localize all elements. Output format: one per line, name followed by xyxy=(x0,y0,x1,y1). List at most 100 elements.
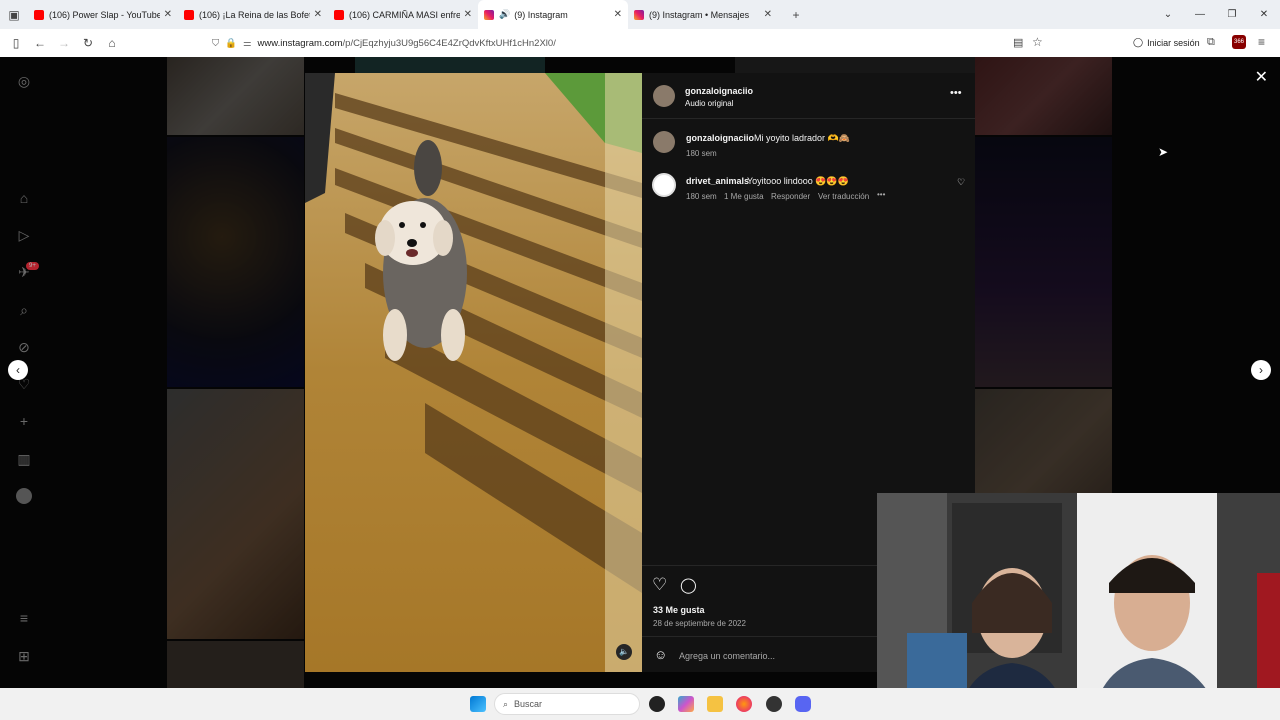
reload-button[interactable]: ↻ xyxy=(76,31,100,55)
taskbar-search[interactable]: ⌕ Buscar xyxy=(494,693,640,715)
webcam-overlay xyxy=(877,493,1280,720)
home-button[interactable]: ⌂ xyxy=(100,31,124,55)
comment-like-icon[interactable]: ♡ xyxy=(957,177,965,188)
notification-badge: 9+ xyxy=(26,262,39,270)
home-icon[interactable]: ⌂ xyxy=(16,190,32,206)
comment-username[interactable]: drivet_animals xyxy=(686,176,749,186)
audio-label[interactable]: Audio original xyxy=(685,99,733,108)
discord-app-icon[interactable] xyxy=(795,696,811,712)
next-post-button[interactable]: › xyxy=(1251,360,1271,380)
youtube-icon xyxy=(34,9,44,20)
bookmark-star-icon[interactable]: ☆ xyxy=(1032,35,1043,49)
mute-button[interactable]: 🔈 xyxy=(616,644,632,660)
comment-likes[interactable]: 1 Me gusta xyxy=(724,192,764,201)
caption-avatar[interactable] xyxy=(653,131,675,153)
comment-avatar[interactable] xyxy=(652,173,676,197)
youtube-icon xyxy=(334,9,344,20)
copilot-app-icon[interactable] xyxy=(678,696,694,712)
divider xyxy=(642,118,975,119)
close-tab-icon[interactable]: ✕ xyxy=(464,9,472,20)
more-options-icon[interactable]: ••• xyxy=(950,87,962,99)
close-modal-icon[interactable]: ✕ xyxy=(1255,67,1268,87)
tab-power-slap[interactable]: (106) Power Slap - YouTube ✕ xyxy=(28,0,178,29)
search-icon: ⌕ xyxy=(503,698,509,709)
post-media[interactable]: 🔈 xyxy=(305,73,642,672)
tab-reina-bofetadas[interactable]: (106) ¡La Reina de las Bofetadas ✕ xyxy=(178,0,328,29)
mouse-cursor-icon: ➤ xyxy=(1158,145,1169,159)
menu-icon[interactable]: ≡ xyxy=(1258,35,1265,49)
lock-icon: 🔒 xyxy=(225,37,237,49)
more-menu-icon[interactable]: ≡ xyxy=(16,610,32,626)
permissions-icon: ⚌ xyxy=(242,37,252,49)
webcam-feed xyxy=(877,493,1280,720)
tab-label: (9) Instagram xyxy=(514,9,568,20)
restore-button[interactable]: ❐ xyxy=(1216,9,1248,20)
browser-toolbar: ▯ ← → ↻ ⌂ ⛉ 🔒 ⚌ www.instagram.com /p/CjE… xyxy=(0,29,1280,57)
search-icon[interactable]: ⌕ xyxy=(16,302,32,318)
prev-post-button[interactable]: ‹ xyxy=(8,360,28,380)
close-tab-icon[interactable]: ✕ xyxy=(764,9,772,20)
tab-overflow-icon[interactable]: ⌄ xyxy=(1152,9,1184,20)
reply-button[interactable]: Responder xyxy=(771,192,810,201)
post-author-avatar[interactable] xyxy=(653,85,675,107)
url-domain: www.instagram.com xyxy=(257,37,343,49)
instagram-icon xyxy=(634,9,644,20)
url-path: /p/CjEqzhyju3U9g56C4E4ZrQdvKftxUHf1cHn2X… xyxy=(342,37,556,49)
comment-input[interactable]: Agrega un comentario... xyxy=(679,651,775,661)
close-tab-icon[interactable]: ✕ xyxy=(314,9,322,20)
back-button[interactable]: ← xyxy=(28,31,52,55)
close-window-button[interactable]: ✕ xyxy=(1248,9,1280,20)
like-icon[interactable]: ♡ xyxy=(652,575,667,595)
reader-view-icon[interactable]: ▤ xyxy=(1013,36,1023,49)
tab-label: (106) Power Slap - YouTube xyxy=(49,9,160,20)
github-app-icon[interactable] xyxy=(649,696,665,712)
signin-label: Iniciar sesión xyxy=(1147,37,1200,48)
shield-icon: ⛉ xyxy=(212,37,220,49)
dashboard-icon[interactable]: ▥ xyxy=(16,451,32,467)
signin-button[interactable]: ◯ Iniciar sesión xyxy=(1133,37,1200,48)
also-from-meta-icon[interactable]: ⊞ xyxy=(16,648,32,664)
explore-icon[interactable]: ⊘ xyxy=(16,339,32,355)
tab-carmina-masi[interactable]: (106) CARMIÑA MASI enfrentó ✕ xyxy=(328,0,478,29)
profile-avatar[interactable] xyxy=(16,488,32,504)
tab-instagram-messages[interactable]: (9) Instagram • Mensajes ✕ xyxy=(628,0,778,29)
extensions-icon[interactable]: ⧉ xyxy=(1207,36,1215,49)
url-bar[interactable]: ⛉ 🔒 ⚌ www.instagram.com /p/CjEqzhyju3U9g… xyxy=(212,32,1012,54)
create-icon[interactable]: + xyxy=(16,413,32,429)
caption-text: Mi yoyito ladrador 🫶🙈 xyxy=(754,133,850,143)
window-controls: ⌄ — ❐ ✕ xyxy=(1152,0,1280,29)
emoji-icon[interactable]: ☺ xyxy=(654,647,667,662)
new-tab-button[interactable]: + xyxy=(784,3,808,27)
tab-label: (106) ¡La Reina de las Bofetadas xyxy=(199,9,310,20)
browser-tab-bar: ▣ (106) Power Slap - YouTube ✕ (106) ¡La… xyxy=(0,0,1280,29)
close-tab-icon[interactable]: ✕ xyxy=(164,9,172,20)
account-icon: ◯ xyxy=(1133,37,1144,47)
tab-instagram[interactable]: 🔊 (9) Instagram ✕ xyxy=(478,0,628,29)
taskbar-search-placeholder: Buscar xyxy=(514,699,543,709)
tab-list-icon[interactable]: ▣ xyxy=(0,3,28,27)
youtube-icon xyxy=(184,9,194,20)
ublock-icon[interactable]: 366 xyxy=(1232,35,1246,49)
forward-button[interactable]: → xyxy=(52,31,76,55)
translate-button[interactable]: Ver traducción xyxy=(818,192,869,201)
windows-taskbar: ⌕ Buscar xyxy=(0,688,1280,720)
reels-icon[interactable]: ▷ xyxy=(16,227,32,243)
comment-time: 180 sem xyxy=(686,192,717,201)
speaker-icon[interactable]: 🔊 xyxy=(499,9,510,20)
comment-icon[interactable]: ◯ xyxy=(680,576,697,594)
sidebar-toggle-icon[interactable]: ▯ xyxy=(4,31,28,55)
minimize-button[interactable]: — xyxy=(1184,9,1216,20)
firefox-icon[interactable] xyxy=(736,696,752,712)
file-explorer-icon[interactable] xyxy=(707,696,723,712)
post-date: 28 de septiembre de 2022 xyxy=(653,619,746,628)
close-tab-icon[interactable]: ✕ xyxy=(614,9,622,20)
comment-options-icon[interactable]: ••• xyxy=(877,190,885,199)
likes-count[interactable]: 33 Me gusta xyxy=(653,605,705,615)
obs-app-icon[interactable] xyxy=(766,696,782,712)
instagram-logo-icon[interactable]: ◎ xyxy=(16,73,32,89)
caption-username[interactable]: gonzaloignaciio xyxy=(686,133,754,143)
windows-start-icon[interactable] xyxy=(470,696,486,712)
instagram-icon xyxy=(484,9,494,20)
post-username[interactable]: gonzaloignaciio xyxy=(685,86,753,96)
comment-text: Yoyitooo lindooo 😍😍😍 xyxy=(747,176,849,186)
